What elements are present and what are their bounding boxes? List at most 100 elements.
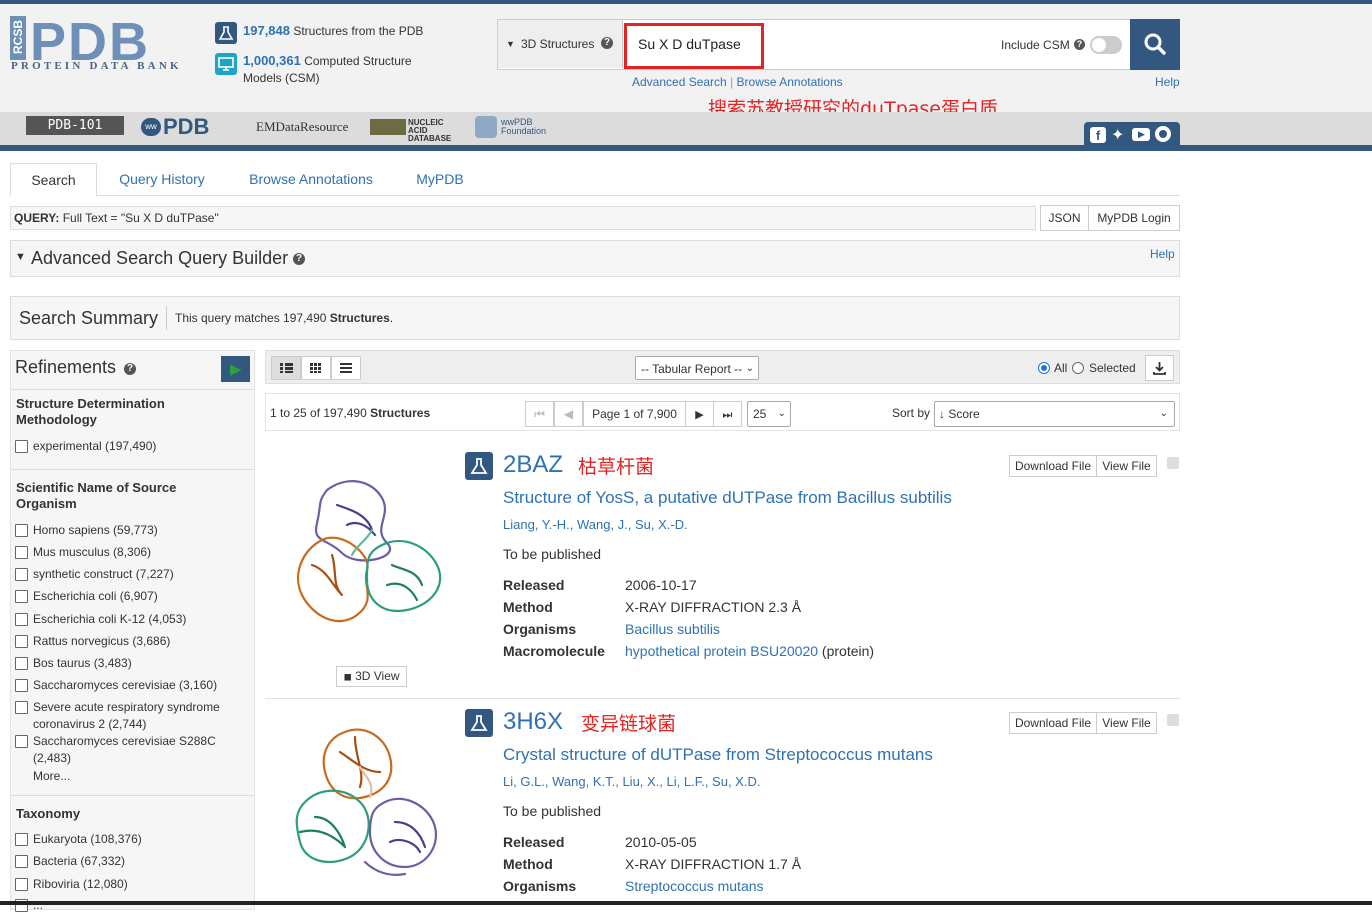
mypdb-login-button[interactable]: MyPDB Login — [1088, 205, 1180, 231]
view-3d-button[interactable]: ◼ 3D View — [336, 666, 407, 687]
refine-item[interactable]: Escherichia coli (6,907) — [15, 588, 158, 604]
include-csm-toggle[interactable] — [1090, 36, 1122, 54]
help-circle-icon[interactable]: ? — [1074, 39, 1085, 50]
refine-item[interactable]: ... — [15, 897, 43, 913]
help-circle-icon[interactable]: ? — [601, 37, 613, 49]
view-compact-button[interactable] — [331, 356, 361, 380]
query-builder-help-link[interactable]: Help — [1150, 247, 1175, 261]
caret-down-icon: ▼ — [15, 251, 26, 263]
ndb-logo[interactable]: NUCLEIC ACID DATABASE — [370, 117, 458, 143]
organism-link[interactable]: Bacillus subtilis — [625, 621, 720, 637]
checkbox[interactable] — [15, 657, 28, 670]
logo-prefix: RCSB — [11, 20, 25, 54]
pdb101-logo[interactable]: PDB-101 — [26, 116, 124, 135]
search-scope-dropdown[interactable]: ▼ 3D Structures ? — [498, 20, 623, 68]
refine-item[interactable]: Eukaryota (108,376) — [15, 831, 142, 847]
select-result-checkbox[interactable] — [1167, 457, 1179, 469]
tab-mypdb[interactable]: MyPDB — [404, 163, 476, 195]
query-builder-panel[interactable]: ▼ Advanced Search Query Builder ? Help — [10, 240, 1180, 277]
refine-section-title: Structure Determination Methodology — [16, 396, 165, 427]
advanced-search-link[interactable]: Advanced Search — [632, 75, 727, 89]
apply-refinements-button[interactable]: ▶ — [221, 356, 250, 382]
refine-item[interactable]: Bos taurus (3,483) — [15, 655, 132, 671]
report-select[interactable]: -- Tabular Report -- ⌄ — [635, 356, 759, 380]
refine-item[interactable]: Bacteria (67,332) — [15, 853, 125, 869]
released-label: Released — [503, 834, 565, 850]
refine-item-experimental[interactable]: experimental (197,490) — [15, 438, 156, 454]
refine-item[interactable]: Rattus norvegicus (3,686) — [15, 633, 170, 649]
wwpdb-logo[interactable]: ww PDB — [141, 114, 239, 139]
first-page-button[interactable]: ⏮ — [525, 401, 554, 427]
search-button[interactable] — [1130, 19, 1180, 70]
checkbox[interactable] — [15, 524, 28, 537]
checkbox[interactable] — [15, 855, 28, 868]
experimental-structure-icon — [465, 452, 493, 480]
result-authors[interactable]: Liang, Y.-H., Wang, J., Su, X.-D. — [503, 517, 688, 532]
refine-item[interactable]: Mus musculus (8,306) — [15, 544, 151, 560]
json-button[interactable]: JSON — [1040, 205, 1089, 231]
help-circle-icon[interactable]: ? — [124, 363, 136, 375]
checkbox[interactable] — [15, 590, 28, 603]
facebook-icon[interactable]: f — [1090, 127, 1106, 143]
download-file-button[interactable]: Download File — [1009, 712, 1097, 734]
github-icon[interactable] — [1155, 126, 1171, 142]
view-list-detailed-button[interactable] — [271, 356, 301, 380]
pdb-structures-stat[interactable]: 197,848 Structures from the PDB — [243, 23, 423, 38]
youtube-icon[interactable]: ▶ — [1132, 128, 1150, 141]
refine-item[interactable]: Homo sapiens (59,773) — [15, 522, 158, 538]
tab-query-history[interactable]: Query History — [108, 163, 216, 195]
header-help-link[interactable]: Help — [1155, 75, 1180, 89]
result-authors[interactable]: Li, G.L., Wang, K.T., Liu, X., Li, L.F.,… — [503, 774, 760, 789]
checkbox[interactable] — [15, 635, 28, 648]
prev-page-button[interactable]: ◀ — [554, 401, 583, 427]
refine-item[interactable]: Severe acute respiratory syndrome — [15, 699, 220, 715]
checkbox[interactable] — [15, 735, 28, 748]
radio-all[interactable] — [1038, 362, 1050, 374]
result-title[interactable]: Structure of YosS, a putative dUTPase fr… — [503, 488, 952, 508]
rcsb-pdb-logo[interactable]: RCSB PDB — [10, 14, 200, 64]
chevron-down-icon: ⌄ — [745, 363, 754, 374]
structure-thumbnail[interactable] — [285, 722, 457, 892]
help-circle-icon[interactable]: ? — [293, 253, 305, 265]
checkbox[interactable] — [15, 613, 28, 626]
csm-stat[interactable]: 1,000,361 Computed Structure — [243, 53, 412, 68]
refine-item[interactable]: synthetic construct (7,227) — [15, 566, 174, 582]
refine-item[interactable]: Saccharomyces cerevisiae (3,160) — [15, 677, 217, 693]
organism-link[interactable]: Streptococcus mutans — [625, 878, 764, 894]
last-page-button[interactable]: ⏭ — [713, 401, 742, 427]
per-page-select[interactable]: 25 ⌄ — [747, 401, 791, 427]
checkbox[interactable] — [15, 679, 28, 692]
checkbox[interactable] — [15, 440, 28, 453]
macromolecule-link[interactable]: hypothetical protein BSU20020 — [625, 643, 818, 659]
download-results-button[interactable] — [1145, 355, 1174, 381]
view-file-button[interactable]: View File — [1096, 712, 1157, 734]
sort-select[interactable]: ↓ Score ⌄ — [934, 401, 1175, 427]
select-result-checkbox[interactable] — [1167, 714, 1179, 726]
refine-item[interactable]: Saccharomyces cerevisiae S288C — [15, 733, 216, 749]
checkbox[interactable] — [15, 701, 28, 714]
view-file-button[interactable]: View File — [1096, 455, 1157, 477]
tab-search[interactable]: Search — [10, 163, 97, 196]
refine-section-title: Taxonomy — [16, 806, 81, 821]
twitter-icon[interactable]: ✦ — [1111, 125, 1124, 145]
result-id[interactable]: 3H6X — [503, 708, 563, 736]
download-file-button[interactable]: Download File — [1009, 455, 1097, 477]
checkbox[interactable] — [15, 546, 28, 559]
tab-browse-annotations[interactable]: Browse Annotations — [236, 163, 386, 195]
emdataresource-logo[interactable]: EMDataResource — [256, 119, 348, 135]
browse-annotations-link[interactable]: Browse Annotations — [737, 75, 843, 89]
refine-item[interactable]: Escherichia coli K-12 (4,053) — [15, 611, 186, 627]
checkbox[interactable] — [15, 568, 28, 581]
refine-more-link[interactable]: More... — [33, 768, 70, 784]
wwpdb-foundation-logo[interactable]: wwPDB Foundation — [475, 116, 546, 138]
result-title[interactable]: Crystal structure of dUTPase from Strept… — [503, 745, 933, 765]
radio-selected[interactable] — [1072, 362, 1084, 374]
checkbox[interactable] — [15, 833, 28, 846]
view-grid-button[interactable] — [301, 356, 331, 380]
structure-thumbnail[interactable] — [287, 470, 457, 632]
refine-item[interactable]: Riboviria (12,080) — [15, 876, 128, 892]
page-indicator[interactable]: Page 1 of 7,900 — [583, 401, 686, 427]
checkbox[interactable] — [15, 878, 28, 891]
next-page-button[interactable]: ▶ — [685, 401, 714, 427]
result-id[interactable]: 2BAZ — [503, 451, 563, 479]
